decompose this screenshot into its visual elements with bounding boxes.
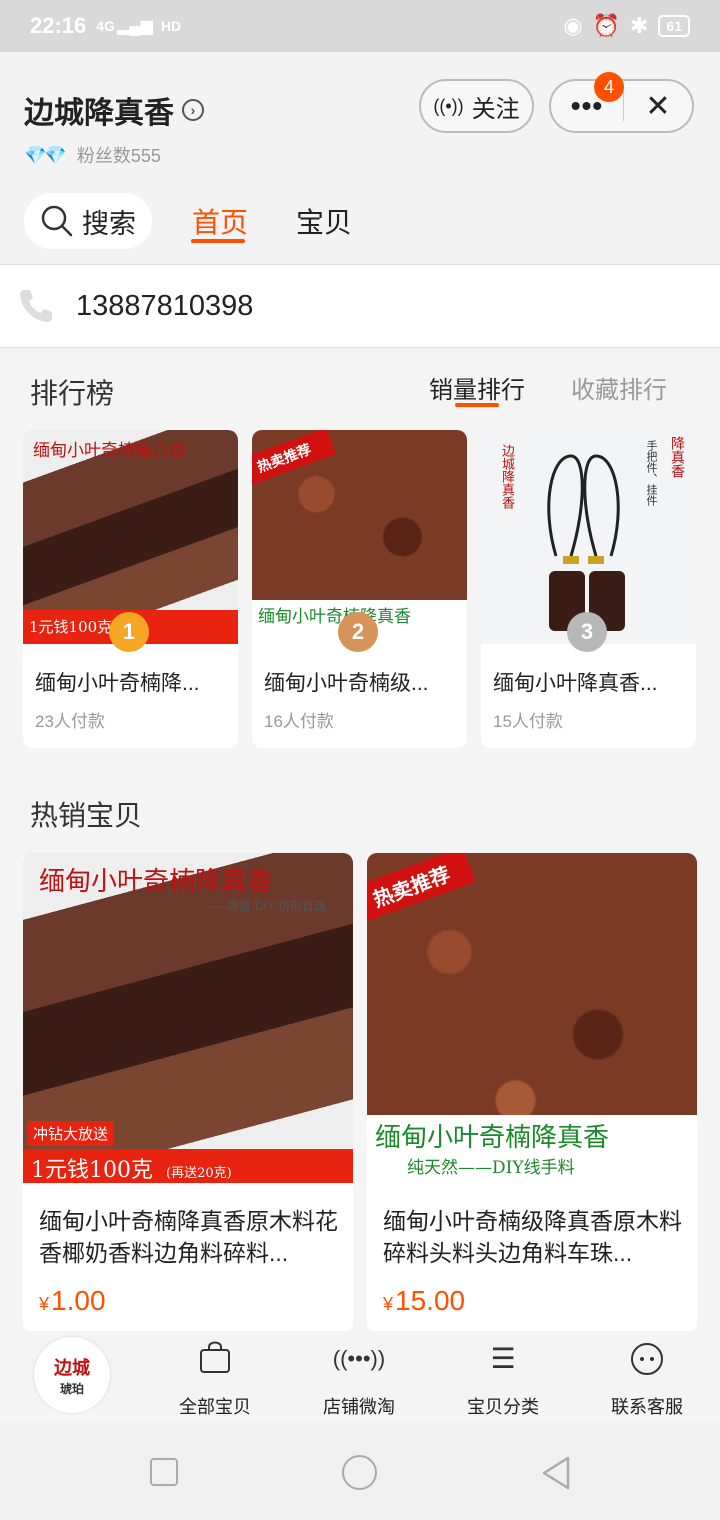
rank-medal-silver: 3 xyxy=(567,612,607,652)
signal-bars-icon: ▂▄▆ xyxy=(116,18,153,35)
image-pure-caption: 纯天然——DIY线手料 xyxy=(407,1158,575,1178)
status-time: 22:16 xyxy=(30,13,87,38)
sales-ranking-underline xyxy=(455,403,499,407)
tab-home[interactable]: 首页 xyxy=(192,201,248,241)
system-nav-bar xyxy=(0,1423,720,1520)
status-bar: 22:16 4G ▂▄▆ HD ◉ ⏰ ✱ 61 xyxy=(0,0,720,52)
pendant-title: 降真香 xyxy=(669,436,685,478)
nav-all-items[interactable]: 全部宝贝 xyxy=(155,1339,275,1419)
product-card[interactable]: 缅甸小叶奇楠降真香 ——燃香·DIY 仿形首选 冲钻大放送 1元钱100克 (再… xyxy=(23,853,353,1333)
product-image: 热卖推荐 缅甸小叶奇楠降真香 纯天然——DIY线手料 xyxy=(367,853,697,1183)
phone-icon xyxy=(20,290,52,322)
product-title: 缅甸小叶奇楠级降真香原木料碎料头料头边角料车珠... xyxy=(383,1208,682,1266)
currency-symbol: ¥ xyxy=(383,1294,394,1314)
image-headline: 缅甸小叶奇楠降真香 xyxy=(39,867,274,897)
close-icon[interactable]: ✕ xyxy=(624,89,692,124)
promo-label: 冲钻大放送 xyxy=(27,1121,115,1146)
promo-banner: 1元钱100克 (再送20克) xyxy=(23,1149,353,1183)
shop-logo[interactable]: 边城 琥珀 xyxy=(34,1337,110,1413)
chat-face-icon xyxy=(587,1339,707,1379)
ranking-item-name: 缅甸小叶奇楠级... xyxy=(264,672,429,695)
product-price: ¥1.00 xyxy=(39,1285,106,1317)
nav-label: 店铺微淘 xyxy=(323,1397,395,1417)
alarm-icon: ⏰ xyxy=(592,13,620,38)
recents-icon[interactable] xyxy=(150,1458,178,1486)
tab-items[interactable]: 宝贝 xyxy=(296,201,352,241)
hot-items-title: 热销宝贝 xyxy=(30,800,143,831)
nav-shop-feed[interactable]: ((•••)) 店铺微淘 xyxy=(299,1339,419,1419)
pendant-brand: 边城降真香 xyxy=(499,444,514,509)
broadcast-icon: ((•••)) xyxy=(332,1346,386,1371)
logo-subtext: 琥珀 xyxy=(59,1381,84,1396)
hot-tag: 热卖推荐 xyxy=(252,430,336,489)
pendant-graphic xyxy=(547,454,625,631)
nav-categories[interactable]: ☰ 宝贝分类 xyxy=(443,1339,563,1419)
hot-tag: 热卖推荐 xyxy=(367,853,476,925)
rank-medal-bronze: 2 xyxy=(338,612,378,652)
ranking-item-sold: 23人付款 xyxy=(35,712,105,731)
follow-label: 关注 xyxy=(471,95,520,123)
ranking-item[interactable]: 缅甸小叶奇楠降真香 1元钱100克 1 缅甸小叶奇楠降... 23人付款 xyxy=(23,430,238,748)
follow-button[interactable]: ((•)) 关注 xyxy=(419,79,534,133)
bag-icon xyxy=(155,1339,275,1379)
ranking-item-sold: 15人付款 xyxy=(493,712,563,731)
ranking-item-name: 缅甸小叶降真香... xyxy=(493,672,658,695)
nav-label: 宝贝分类 xyxy=(467,1397,539,1417)
product-card[interactable]: 热卖推荐 缅甸小叶奇楠降真香 纯天然——DIY线手料 缅甸小叶奇楠级降真香原木料… xyxy=(367,853,697,1333)
broadcast-icon: ((•)) xyxy=(433,95,464,116)
home-icon[interactable] xyxy=(342,1455,377,1490)
shop-header: 边城降真香 › 💎💎 粉丝数555 ((•)) 关注 ••• ✕ 4 搜索 首页… xyxy=(0,52,720,264)
tab-sales-ranking[interactable]: 销量排行 xyxy=(429,370,525,405)
product-price: ¥15.00 xyxy=(383,1285,465,1317)
ranking-item-sold: 16人付款 xyxy=(264,712,334,731)
lock-icon: ◉ xyxy=(563,13,583,38)
nav-label: 联系客服 xyxy=(611,1397,683,1417)
currency-symbol: ¥ xyxy=(39,1294,50,1314)
bottom-nav: 边城 琥珀 全部宝贝 ((•••)) 店铺微淘 ☰ 宝贝分类 联系客服 xyxy=(0,1331,720,1423)
logo-text: 边城 xyxy=(54,1357,90,1379)
hd-badge: HD xyxy=(160,18,182,34)
ranking-item-name: 缅甸小叶奇楠降... xyxy=(35,672,200,695)
list-icon: ☰ xyxy=(490,1343,516,1374)
shop-name: 边城降真香 xyxy=(24,97,174,130)
ranking-item[interactable]: 热卖推荐 缅甸小叶奇楠降真香 2 缅甸小叶奇楠级... 16人付款 xyxy=(252,430,467,748)
phone-number: 13887810398 xyxy=(76,289,254,322)
diamond-icon: 💎💎 xyxy=(24,144,67,165)
shop-title[interactable]: 边城降真香 › xyxy=(24,88,204,132)
pendant-sub: 手把件、挂件 xyxy=(645,440,658,506)
chevron-right-icon: › xyxy=(182,99,204,121)
nav-customer-service[interactable]: 联系客服 xyxy=(587,1339,707,1419)
bluetooth-icon: ✱ xyxy=(629,13,649,38)
search-icon xyxy=(41,205,73,237)
tab-favorite-ranking[interactable]: 收藏排行 xyxy=(571,370,667,405)
search-button[interactable]: 搜索 xyxy=(24,193,152,249)
image-subheadline: ——燃香·DIY 仿形首选 xyxy=(203,899,327,913)
notification-badge: 4 xyxy=(594,72,624,102)
ranking-title: 排行榜 xyxy=(30,378,115,409)
promo-extra-text: (再送20克) xyxy=(166,1166,232,1181)
fans-row: 💎💎 粉丝数555 xyxy=(24,142,161,168)
image-headline: 缅甸小叶奇楠降真香 xyxy=(258,607,411,627)
fans-count: 粉丝数555 xyxy=(76,146,161,166)
rank-medal-gold: 1 xyxy=(109,612,149,652)
image-headline: 缅甸小叶奇楠降真香 xyxy=(375,1123,610,1153)
nav-label: 全部宝贝 xyxy=(179,1397,251,1417)
price-value: 15.00 xyxy=(395,1285,466,1316)
promo-price-text: 1元钱100克 xyxy=(31,1158,153,1183)
signal-icon: 4G xyxy=(96,18,115,34)
tab-home-underline xyxy=(191,239,245,243)
product-title: 缅甸小叶奇楠降真香原木料花香椰奶香料边角料碎料... xyxy=(39,1208,338,1266)
product-image: 缅甸小叶奇楠降真香 ——燃香·DIY 仿形首选 冲钻大放送 1元钱100克 (再… xyxy=(23,853,353,1183)
back-icon[interactable] xyxy=(540,1455,572,1491)
image-headline: 缅甸小叶奇楠降真香 xyxy=(33,441,186,461)
search-label: 搜索 xyxy=(82,208,136,239)
price-value: 1.00 xyxy=(51,1285,106,1316)
ranking-item[interactable]: 边城降真香 降真香 手把件、挂件 3 缅甸小叶降真香... 15人付款 xyxy=(481,430,696,748)
battery-icon: 61 xyxy=(658,15,690,37)
contact-phone-row[interactable]: 13887810398 xyxy=(0,264,720,348)
